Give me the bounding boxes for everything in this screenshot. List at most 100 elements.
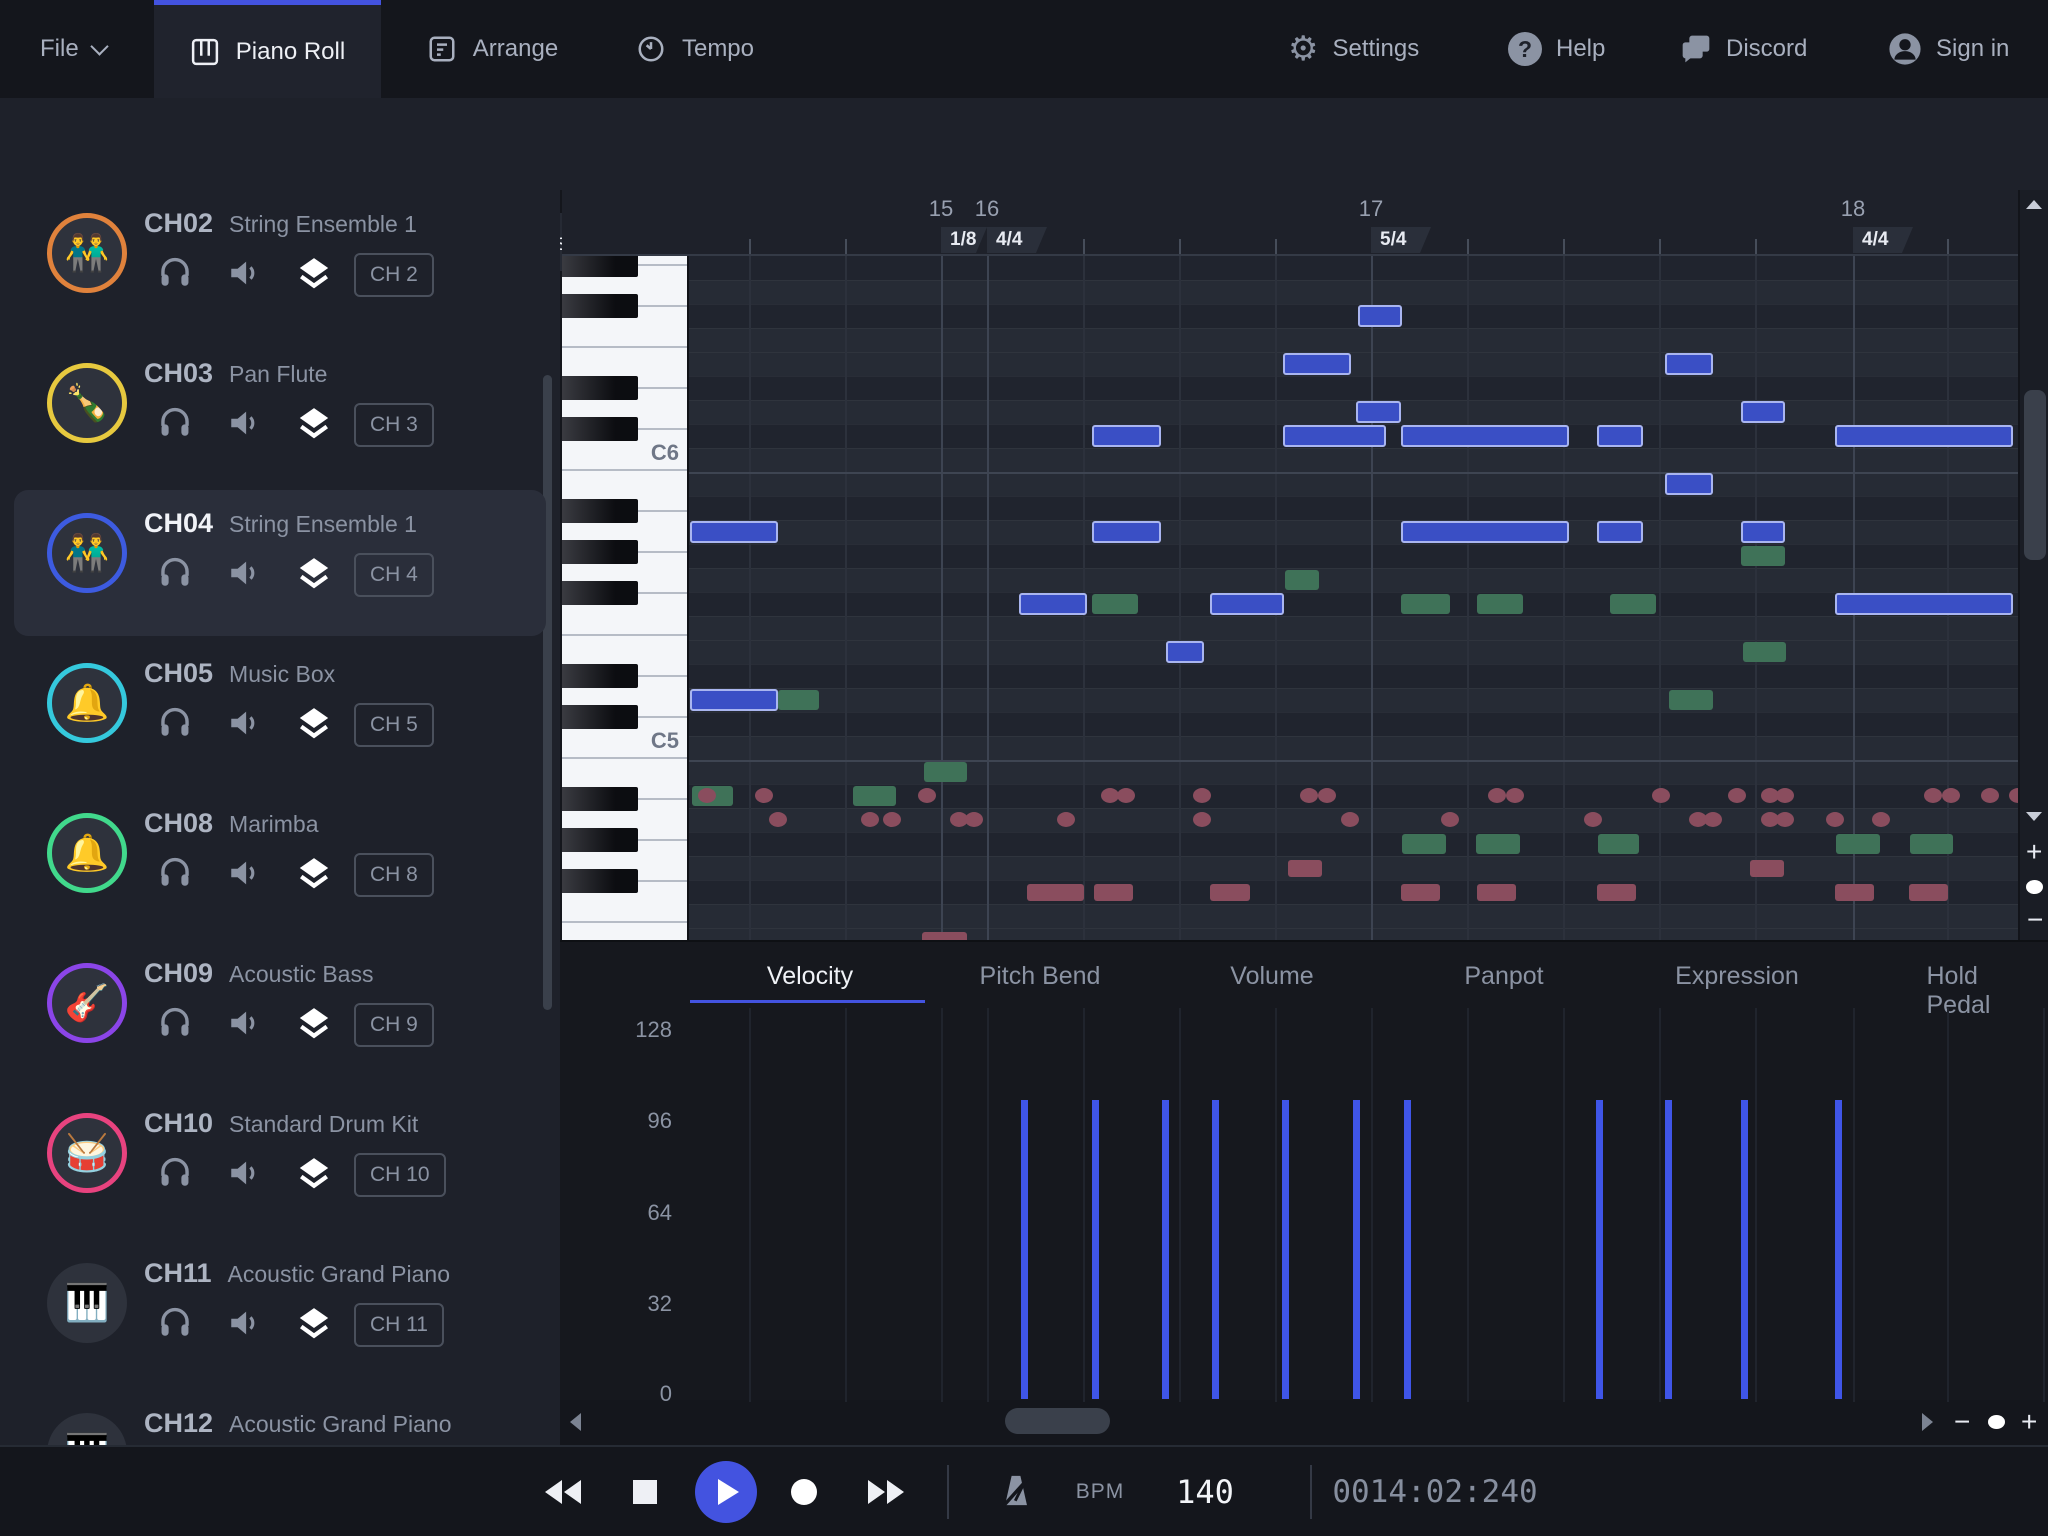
- channel-mute-button[interactable]: [227, 706, 261, 745]
- zoom-reset-icon[interactable]: [2026, 880, 2043, 894]
- midi-note[interactable]: [690, 689, 778, 711]
- drum-note-dot[interactable]: [1506, 788, 1524, 803]
- midi-note[interactable]: [1019, 593, 1087, 615]
- midi-note[interactable]: [1597, 425, 1643, 447]
- channel-avatar[interactable]: 👬: [47, 513, 127, 593]
- midi-note[interactable]: [1835, 425, 2013, 447]
- channel-avatar[interactable]: 🥁: [47, 1113, 127, 1193]
- black-key[interactable]: [562, 705, 638, 729]
- velocity-bar[interactable]: [1596, 1100, 1603, 1399]
- channel-layers-button[interactable]: [297, 1006, 331, 1045]
- file-menu[interactable]: File: [40, 0, 106, 98]
- note-grid[interactable]: [689, 256, 2018, 940]
- drum-note-dot[interactable]: [1193, 812, 1211, 827]
- drum-note-dot[interactable]: [861, 812, 879, 827]
- vertical-scrollbar-thumb[interactable]: [2024, 390, 2046, 560]
- midi-note[interactable]: [690, 521, 778, 543]
- channel-item-ch05[interactable]: 🔔CH05Music BoxCH 5: [14, 640, 546, 786]
- hzoom-reset-icon[interactable]: [1988, 1415, 2005, 1429]
- ghost-note-green[interactable]: [1476, 834, 1520, 854]
- midi-note[interactable]: [1283, 353, 1351, 375]
- drum-note-dot[interactable]: [755, 788, 773, 803]
- help-button[interactable]: ? Help: [1508, 0, 1605, 98]
- tab-piano-roll[interactable]: Piano Roll: [154, 0, 381, 98]
- midi-note[interactable]: [1356, 401, 1401, 423]
- ghost-note-green[interactable]: [1910, 834, 1953, 854]
- ghost-note-maroon[interactable]: [922, 932, 967, 940]
- velocity-bar[interactable]: [1162, 1100, 1169, 1399]
- channel-layers-button[interactable]: [297, 256, 331, 295]
- black-key[interactable]: [562, 294, 638, 318]
- timeline-ruler[interactable]: 151617181/84/45/44/4: [562, 190, 2048, 256]
- time-signature-chip[interactable]: 4/4: [987, 227, 1047, 253]
- channel-solo-button[interactable]: [158, 1306, 192, 1345]
- time-signature-chip[interactable]: 1/8: [941, 227, 987, 253]
- channel-item-ch10[interactable]: 🥁CH10Standard Drum KitCH 10: [14, 1090, 546, 1236]
- channel-solo-button[interactable]: [158, 556, 192, 595]
- ghost-note-green[interactable]: [1092, 594, 1138, 614]
- channel-mute-button[interactable]: [227, 856, 261, 895]
- black-key[interactable]: [562, 540, 638, 564]
- channel-item-ch12[interactable]: 🎹CH12Acoustic Grand PianoCH 12: [14, 1390, 546, 1445]
- ghost-note-green[interactable]: [1836, 834, 1880, 854]
- channel-solo-button[interactable]: [158, 406, 192, 445]
- pane-tab-expression[interactable]: Expression: [1675, 962, 1799, 991]
- ghost-note-maroon[interactable]: [1210, 884, 1250, 901]
- midi-note[interactable]: [1835, 593, 2013, 615]
- channel-mute-button[interactable]: [227, 256, 261, 295]
- drum-note-dot[interactable]: [1924, 788, 1942, 803]
- ghost-note-maroon[interactable]: [1094, 884, 1133, 901]
- midi-note[interactable]: [1166, 641, 1204, 663]
- ghost-note-green[interactable]: [1477, 594, 1523, 614]
- pane-tab-panpot[interactable]: Panpot: [1464, 962, 1543, 991]
- ghost-note-maroon[interactable]: [1027, 884, 1084, 901]
- midi-note[interactable]: [1092, 425, 1161, 447]
- ghost-note-green[interactable]: [1402, 834, 1446, 854]
- black-key[interactable]: [562, 417, 638, 441]
- drum-note-dot[interactable]: [1776, 812, 1794, 827]
- velocity-bar[interactable]: [1404, 1100, 1411, 1399]
- tab-tempo[interactable]: Tempo: [615, 0, 775, 98]
- ghost-note-green[interactable]: [853, 786, 896, 806]
- velocity-bar[interactable]: [1212, 1100, 1219, 1399]
- channel-solo-button[interactable]: [158, 256, 192, 295]
- record-button[interactable]: [778, 1447, 830, 1536]
- drum-note-dot[interactable]: [1300, 788, 1318, 803]
- channel-layers-button[interactable]: [297, 1156, 331, 1195]
- drum-note-dot[interactable]: [1117, 788, 1135, 803]
- ghost-note-green[interactable]: [1285, 570, 1319, 590]
- channel-item-ch03[interactable]: 🍾CH03Pan FluteCH 3: [14, 340, 546, 486]
- channel-layers-button[interactable]: [297, 706, 331, 745]
- ghost-note-maroon[interactable]: [1288, 860, 1322, 877]
- channel-layers-button[interactable]: [297, 556, 331, 595]
- bpm-value[interactable]: 140: [1150, 1447, 1260, 1536]
- ghost-note-green[interactable]: [1610, 594, 1656, 614]
- pane-tab-velocity[interactable]: Velocity: [767, 962, 853, 991]
- channel-item-ch09[interactable]: 🎸CH09Acoustic BassCH 9: [14, 940, 546, 1086]
- time-signature-chip[interactable]: 4/4: [1853, 227, 1913, 253]
- drum-note-dot[interactable]: [1318, 788, 1336, 803]
- channel-layers-button[interactable]: [297, 856, 331, 895]
- channel-mute-button[interactable]: [227, 1306, 261, 1345]
- ghost-note-green[interactable]: [1741, 546, 1785, 566]
- play-button[interactable]: [695, 1447, 757, 1536]
- drum-note-dot[interactable]: [965, 812, 983, 827]
- midi-note[interactable]: [1597, 521, 1643, 543]
- velocity-bar[interactable]: [1741, 1100, 1748, 1399]
- drum-note-dot[interactable]: [1652, 788, 1670, 803]
- rewind-button[interactable]: [535, 1447, 591, 1536]
- black-key[interactable]: [562, 787, 638, 811]
- midi-note[interactable]: [1665, 353, 1713, 375]
- drum-note-dot[interactable]: [1872, 812, 1890, 827]
- horizontal-scrollbar-thumb[interactable]: [1005, 1408, 1110, 1434]
- hzoom-out-icon[interactable]: −: [1954, 1408, 1970, 1436]
- pane-tab-volume[interactable]: Volume: [1230, 962, 1313, 991]
- ghost-note-maroon[interactable]: [1909, 884, 1948, 901]
- channel-avatar[interactable]: 🔔: [47, 813, 127, 893]
- channel-avatar[interactable]: 🎹: [47, 1413, 127, 1445]
- ghost-note-maroon[interactable]: [1597, 884, 1636, 901]
- scroll-down-icon[interactable]: [2026, 812, 2042, 821]
- velocity-bar[interactable]: [1021, 1100, 1028, 1399]
- channel-avatar[interactable]: 👬: [47, 213, 127, 293]
- black-key[interactable]: [562, 828, 638, 852]
